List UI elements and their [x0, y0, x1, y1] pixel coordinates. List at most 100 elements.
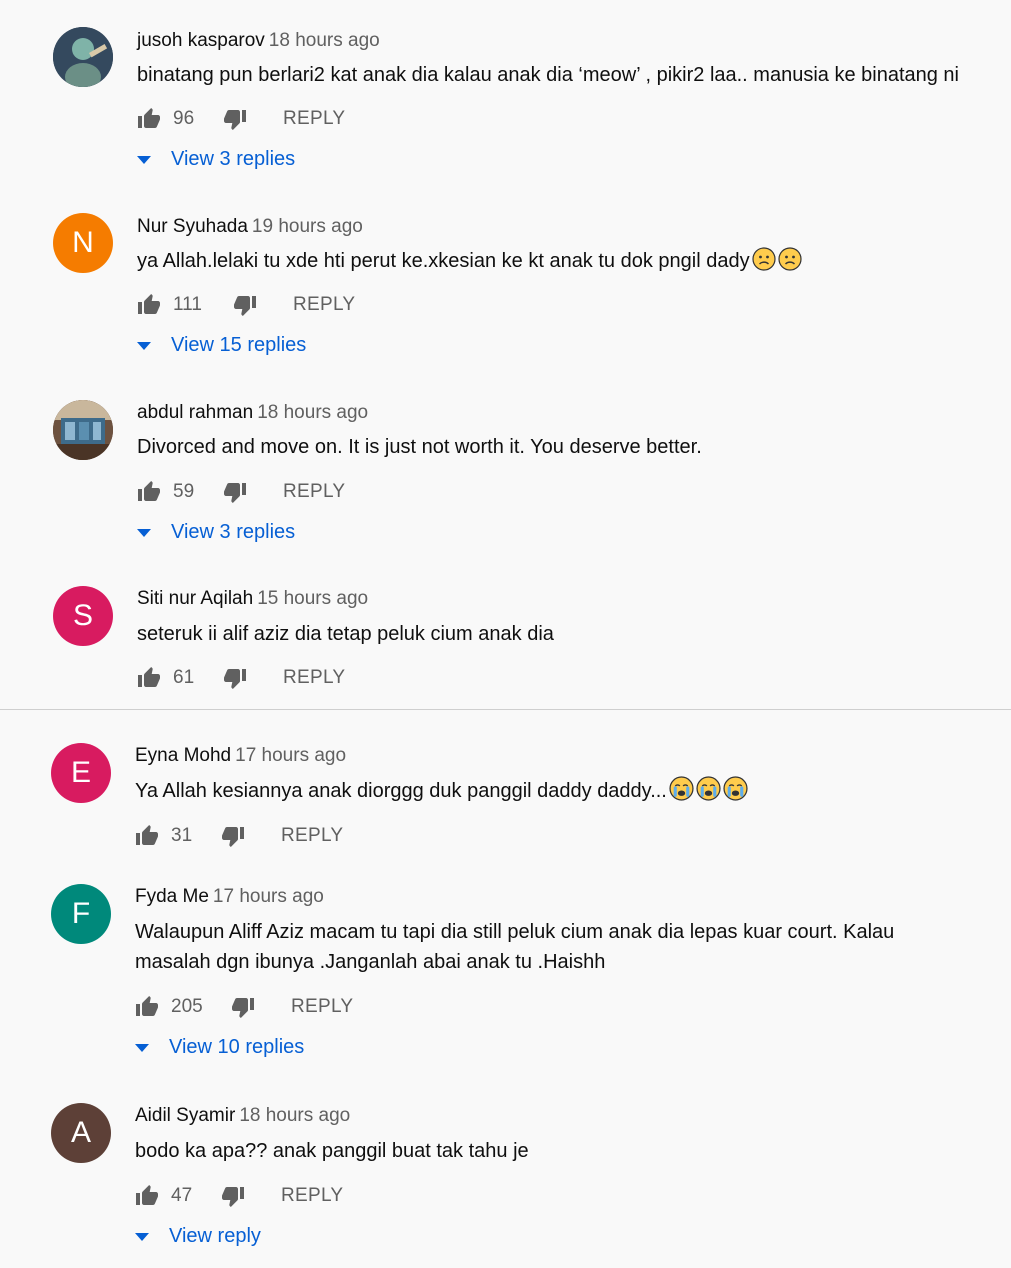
avatar-letter: A — [70, 1116, 91, 1149]
comment-text: bodo ka apa?? anak panggil buat tak tahu… — [135, 1140, 529, 1162]
thumbs-down-icon[interactable] — [223, 107, 247, 131]
comment-header: Siti nur Aqilah 15 hours ago — [137, 588, 368, 610]
avatar[interactable] — [53, 27, 113, 87]
avatar-letter: S — [72, 599, 93, 632]
like-count: 111 — [173, 294, 202, 315]
comment-actions: 205 REPLY — [135, 994, 353, 1020]
avatar-letter: F — [71, 897, 91, 930]
comment-actions: 96 REPLY — [137, 106, 345, 132]
avatar[interactable]: N — [53, 213, 113, 273]
comment-text: seteruk ii alif aziz dia tetap peluk ciu… — [137, 623, 554, 645]
comment-actions: 59 REPLY — [137, 479, 345, 505]
thumbs-down-icon[interactable] — [221, 824, 245, 848]
comment-header: Fyda Me 17 hours ago — [135, 886, 324, 908]
reply-button[interactable]: REPLY — [293, 294, 355, 316]
thumbs-down-icon[interactable] — [221, 1184, 245, 1208]
avatar-image — [53, 27, 113, 87]
view-replies-label: View 15 replies — [171, 334, 307, 356]
comment-actions: 47 REPLY — [135, 1183, 343, 1209]
view-replies-button[interactable]: View 10 replies — [135, 1036, 304, 1059]
thumbs-up-icon[interactable] — [135, 1184, 159, 1208]
view-replies-label: View 3 replies — [171, 148, 296, 170]
timestamp[interactable]: 18 hours ago — [257, 402, 368, 423]
author-name[interactable]: Eyna Mohd — [135, 745, 231, 766]
thumbs-down-icon[interactable] — [223, 480, 247, 504]
reply-button[interactable]: REPLY — [283, 667, 345, 689]
thumbs-up-icon[interactable] — [135, 824, 159, 848]
caret-down-icon — [135, 1043, 149, 1052]
avatar[interactable]: S — [53, 586, 113, 646]
view-replies-label: View 3 replies — [171, 521, 296, 543]
like-count: 96 — [173, 108, 195, 129]
thumbs-up-icon[interactable] — [137, 666, 161, 690]
thumbs-up-icon[interactable] — [137, 480, 161, 504]
comment-header: Aidil Syamir 18 hours ago — [135, 1105, 350, 1127]
timestamp[interactable]: 15 hours ago — [257, 588, 368, 609]
comment-text: Walaupun Aliff Aziz macam tu tapi dia st… — [135, 921, 895, 973]
reply-button[interactable]: REPLY — [281, 1185, 343, 1207]
like-count: 47 — [171, 1185, 193, 1206]
comment-header: jusoh kasparov 18 hours ago — [137, 30, 380, 52]
comment-text: ya Allah.lelaki tu xde hti perut ke.xkes… — [137, 250, 750, 272]
author-name[interactable]: Fyda Me — [135, 886, 209, 907]
like-count: 59 — [173, 481, 195, 502]
thumbs-down-icon[interactable] — [231, 995, 255, 1019]
comment-text-container: Ya Allah kesiannya anak diorggg duk pang… — [135, 776, 985, 810]
timestamp[interactable]: 18 hours ago — [269, 30, 380, 51]
author-name[interactable]: Aidil Syamir — [135, 1105, 235, 1126]
avatar-letter: N — [72, 226, 94, 259]
thumbs-up-icon[interactable] — [135, 995, 159, 1019]
thumbs-down-icon[interactable] — [233, 293, 257, 317]
avatar[interactable] — [53, 400, 113, 460]
reply-button[interactable]: REPLY — [291, 996, 353, 1018]
sad-face-emoji — [777, 247, 802, 280]
avatar-image — [53, 400, 113, 460]
like-count: 205 — [171, 996, 203, 1017]
comment-header: Nur Syuhada 19 hours ago — [137, 216, 363, 238]
section-divider — [0, 709, 1011, 710]
crying-face-emoji — [696, 776, 721, 810]
like-count: 61 — [173, 667, 195, 688]
thumbs-up-icon[interactable] — [137, 293, 161, 317]
author-name[interactable]: Siti nur Aqilah — [137, 588, 253, 609]
timestamp[interactable]: 17 hours ago — [213, 886, 324, 907]
timestamp[interactable]: 17 hours ago — [235, 745, 346, 766]
comment-text: Ya Allah kesiannya anak diorggg duk pang… — [135, 780, 667, 802]
view-replies-button[interactable]: View 3 replies — [137, 521, 295, 544]
comment-text: binatang pun berlari2 kat anak dia kalau… — [137, 64, 959, 86]
caret-down-icon — [135, 1232, 149, 1241]
author-name[interactable]: jusoh kasparov — [137, 30, 265, 51]
comment-text-container: ya Allah.lelaki tu xde hti perut ke.xkes… — [137, 246, 987, 280]
view-replies-label: View 10 replies — [169, 1036, 305, 1058]
view-replies-button[interactable]: View reply — [135, 1225, 261, 1248]
caret-down-icon — [137, 341, 151, 350]
avatar-letter: E — [70, 756, 91, 789]
view-replies-label: View reply — [169, 1225, 261, 1247]
comment-header: abdul rahman 18 hours ago — [137, 402, 368, 424]
sad-face-emoji — [751, 247, 776, 280]
reply-button[interactable]: REPLY — [283, 481, 345, 503]
like-count: 31 — [171, 825, 193, 846]
caret-down-icon — [137, 528, 151, 537]
view-replies-button[interactable]: View 15 replies — [137, 334, 306, 357]
comment-actions: 31 REPLY — [135, 823, 343, 849]
thumbs-up-icon[interactable] — [137, 107, 161, 131]
crying-face-emoji — [669, 776, 694, 810]
avatar[interactable]: F — [51, 884, 111, 944]
timestamp[interactable]: 19 hours ago — [252, 216, 363, 237]
view-replies-button[interactable]: View 3 replies — [137, 148, 295, 171]
timestamp[interactable]: 18 hours ago — [239, 1105, 350, 1126]
reply-button[interactable]: REPLY — [283, 108, 345, 130]
thumbs-down-icon[interactable] — [223, 666, 247, 690]
crying-face-emoji — [723, 776, 748, 810]
avatar[interactable]: E — [51, 743, 111, 803]
comment-text: Divorced and move on. It is just not wor… — [137, 436, 702, 458]
caret-down-icon — [137, 155, 151, 164]
author-name[interactable]: Nur Syuhada — [137, 216, 248, 237]
comment-actions: 111 REPLY — [137, 292, 355, 318]
author-name[interactable]: abdul rahman — [137, 402, 253, 423]
avatar[interactable]: A — [51, 1103, 111, 1163]
comment-actions: 61 REPLY — [137, 665, 345, 691]
comment-header: Eyna Mohd 17 hours ago — [135, 745, 346, 767]
reply-button[interactable]: REPLY — [281, 825, 343, 847]
